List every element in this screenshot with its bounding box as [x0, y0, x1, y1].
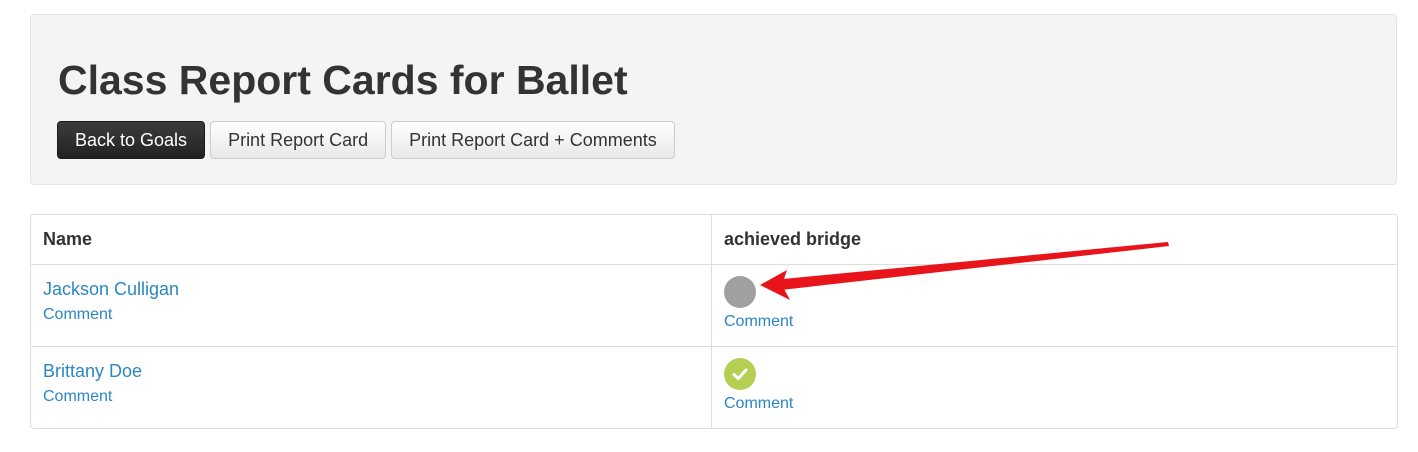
checkmark-icon — [732, 368, 748, 380]
goal-status-cell: Comment — [712, 265, 1397, 347]
page: Class Report Cards for Ballet Back to Go… — [0, 0, 1418, 452]
table-header-row: Name achieved bridge — [31, 215, 1397, 265]
table-row: Jackson Culligan Comment Comment — [31, 265, 1397, 347]
student-comment-link[interactable]: Comment — [43, 387, 699, 407]
student-name-cell: Jackson Culligan Comment — [31, 265, 712, 347]
student-name-cell: Brittany Doe Comment — [31, 347, 712, 428]
back-to-goals-button[interactable]: Back to Goals — [57, 121, 206, 159]
goal-status-cell: Comment — [712, 347, 1397, 428]
student-comment-link[interactable]: Comment — [43, 305, 699, 325]
page-title: Class Report Cards for Ballet — [58, 57, 628, 103]
goal-comment-link[interactable]: Comment — [724, 394, 1385, 414]
gray-circle-icon[interactable] — [724, 276, 756, 308]
column-header-achieved-bridge: achieved bridge — [712, 215, 1397, 265]
header-button-row: Back to Goals Print Report Card Print Re… — [57, 121, 675, 159]
table-row: Brittany Doe Comment Comment — [31, 347, 1397, 428]
student-name-link[interactable]: Brittany Doe — [43, 360, 699, 382]
report-card-table: Name achieved bridge Jackson Culligan Co… — [30, 214, 1398, 429]
print-report-card-button[interactable]: Print Report Card — [210, 121, 387, 159]
green-check-circle-icon[interactable] — [724, 358, 756, 390]
header-panel: Class Report Cards for Ballet Back to Go… — [30, 14, 1397, 185]
print-report-card-comments-button[interactable]: Print Report Card + Comments — [391, 121, 675, 159]
column-header-name: Name — [31, 215, 712, 265]
goal-comment-link[interactable]: Comment — [724, 312, 1385, 332]
student-name-link[interactable]: Jackson Culligan — [43, 278, 699, 300]
